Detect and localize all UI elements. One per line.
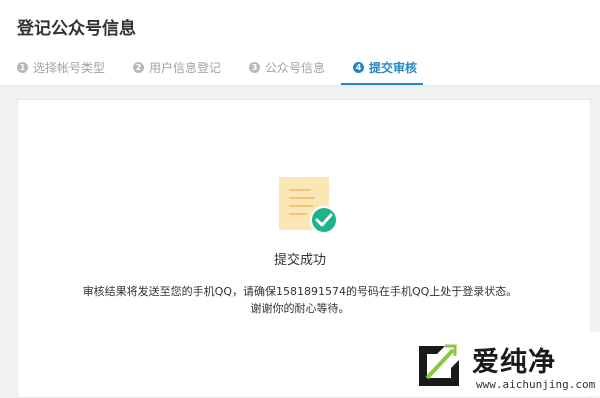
document-success-icon [279,177,341,235]
step-label: 提交审核 [369,61,418,75]
page-header: 登记公众号信息 1 选择帐号类型 2 用户信息登记 3 公众号信息 4 提交审核 [0,0,600,86]
step-indicator: 1 选择帐号类型 2 用户信息登记 3 公众号信息 4 提交审核 [17,59,445,76]
step-select-account-type: 1 选择帐号类型 [17,59,105,76]
step-number: 4 [353,62,365,73]
step-account-info: 3 公众号信息 [249,59,325,76]
watermark: 爱纯净 www.aichunjing.com [396,332,600,396]
success-title: 提交成功 [273,253,326,268]
brand-logo-icon [419,344,459,386]
watermark-brand: 爱纯净 [472,347,556,378]
step-number: 3 [249,62,261,73]
step-user-info-registration: 2 用户信息登记 [133,59,221,76]
step-number: 1 [17,62,28,73]
thanks-message: 谢谢你的耐心等待。 [250,302,350,315]
step-label: 公众号信息 [265,61,326,75]
step-label: 用户信息登记 [149,61,222,75]
page-title: 登记公众号信息 [17,19,136,39]
step-label: 选择帐号类型 [33,61,106,75]
active-step-underline [341,83,423,85]
step-number: 2 [133,62,145,73]
step-submit-review: 4 提交审核 [353,59,417,76]
result-message: 审核结果将发送至您的手机QQ，请确保1581891574的号码在手机QQ上处于登… [82,285,518,298]
watermark-url: www.aichunjing.com [476,378,596,391]
